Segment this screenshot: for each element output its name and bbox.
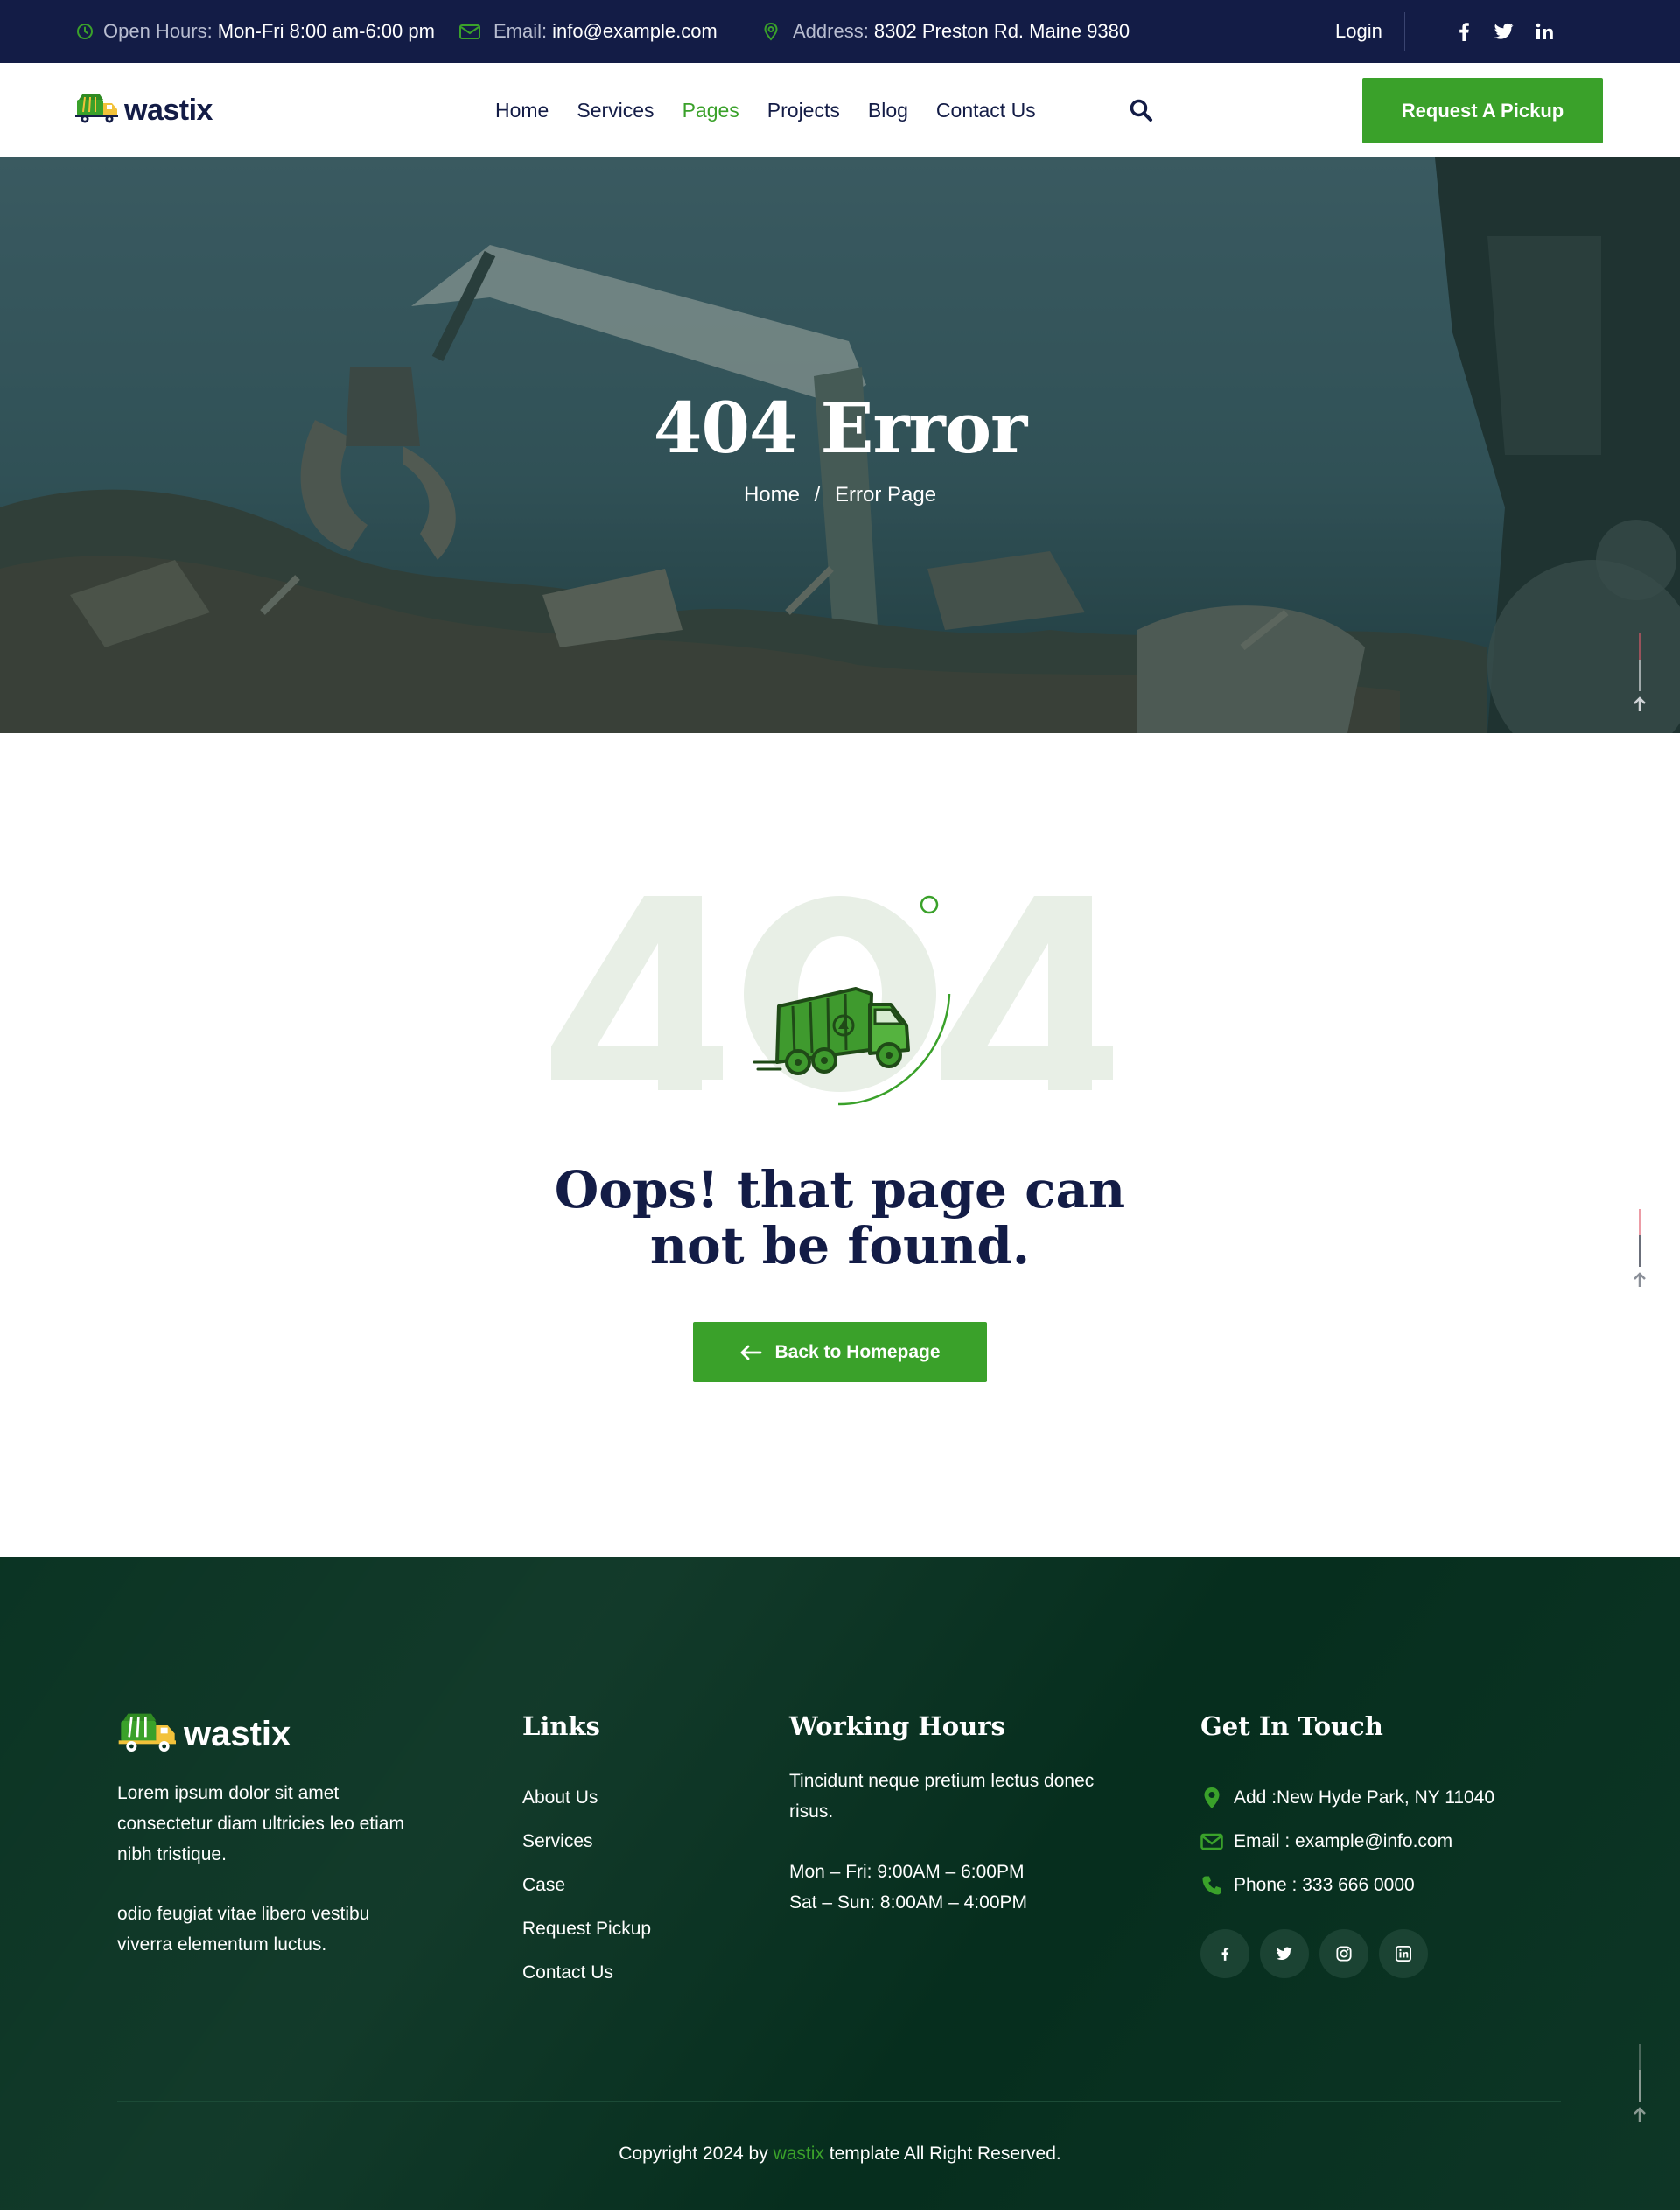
logo-text: wastix: [124, 94, 213, 127]
scroll-indicator-hero: [1633, 633, 1647, 717]
map-pin-icon: [1200, 1787, 1223, 1809]
linkedin-icon[interactable]: [1379, 1929, 1428, 1978]
footer-about-text-2: odio feugiat vitae libero vestibu viverr…: [117, 1904, 370, 1955]
address-value: 8302 Preston Rd. Maine 9380: [873, 20, 1130, 42]
email-link[interactable]: info@example.com: [552, 20, 718, 43]
open-hours-label: Open Hours:: [103, 20, 213, 42]
footer-link-case[interactable]: Case: [522, 1864, 651, 1907]
nav-item-services[interactable]: Services: [577, 99, 654, 122]
footer-links-heading: Links: [522, 1711, 600, 1741]
linkedin-icon[interactable]: [1531, 0, 1558, 63]
mail-icon: [1200, 1830, 1223, 1853]
copyright-suffix: template All Right Reserved.: [829, 2144, 1061, 2164]
search-icon[interactable]: [1129, 98, 1153, 122]
footer-logo[interactable]: wastix: [117, 1711, 290, 1758]
footer-contact-list: Add :New Hyde Park, NY 11040 Email : exa…: [1200, 1776, 1494, 1907]
nav-item-blog[interactable]: Blog: [868, 99, 908, 122]
scroll-up-arrow-icon[interactable]: [1633, 1272, 1647, 1288]
topbar-divider: [1404, 12, 1405, 51]
arrow-left-icon: [741, 1345, 762, 1360]
email-info: Email: info@example.com: [458, 0, 718, 63]
footer-social-icons: [1200, 1929, 1438, 1978]
footer-logo-text: wastix: [184, 1715, 291, 1753]
email-label: Email:: [494, 20, 548, 42]
breadcrumb-current: Error Page: [834, 483, 937, 507]
breadcrumb-separator: /: [814, 483, 821, 507]
footer-email-text: Email : example@info.com: [1234, 1831, 1453, 1851]
footer-phone-text: Phone : 333 666 0000: [1234, 1875, 1415, 1895]
footer-hours: Tincidunt neque pretium lectus donec ris…: [789, 1766, 1104, 1918]
top-info-bar: Open Hours: Mon-Fri 8:00 am-6:00 pm Emai…: [0, 0, 1680, 63]
garbage-truck-logo-icon: [75, 93, 119, 129]
garbage-truck-logo-icon: [117, 1711, 178, 1758]
footer-about: Lorem ipsum dolor sit amet consectetur d…: [117, 1778, 406, 1960]
scroll-up-arrow-icon[interactable]: [1633, 2107, 1647, 2123]
footer-contact-heading: Get In Touch: [1200, 1711, 1383, 1741]
footer-about-text-1: Lorem ipsum dolor sit amet consectetur d…: [117, 1783, 404, 1864]
facebook-icon[interactable]: [1451, 0, 1477, 63]
nav-menu: Home Services Pages Projects Blog Contac…: [495, 63, 1036, 157]
facebook-icon[interactable]: [1200, 1929, 1250, 1978]
page-title: 404 Error: [653, 387, 1028, 469]
phone-icon: [1200, 1874, 1223, 1897]
page-hero-banner: 404 Error Home / Error Page: [0, 157, 1680, 733]
scroll-indicator-footer: [1633, 2044, 1647, 2128]
error-404-graphic: 404: [542, 882, 1138, 1118]
breadcrumb-home[interactable]: Home: [744, 483, 800, 507]
footer-contact-address: Add :New Hyde Park, NY 11040: [1200, 1776, 1494, 1820]
nav-item-pages[interactable]: Pages: [682, 99, 739, 122]
back-to-homepage-button[interactable]: Back to Homepage: [693, 1322, 987, 1382]
site-footer: wastix Lorem ipsum dolor sit amet consec…: [0, 1557, 1680, 2210]
twitter-icon[interactable]: [1491, 0, 1517, 63]
nav-item-contact[interactable]: Contact Us: [936, 99, 1036, 122]
address-info: Address: 8302 Preston Rd. Maine 9380: [761, 0, 1130, 63]
copyright-brand-link[interactable]: wastix: [774, 2144, 824, 2164]
scroll-up-arrow-icon[interactable]: [1633, 696, 1647, 712]
copyright-prefix: Copyright 2024 by: [619, 2144, 768, 2164]
open-hours: Open Hours: Mon-Fri 8:00 am-6:00 pm: [75, 0, 435, 63]
request-pickup-button[interactable]: Request A Pickup: [1362, 78, 1603, 143]
footer-hours-weekday: Mon – Fri: 9:00AM – 6:00PM: [789, 1862, 1025, 1882]
error-message-heading: Oops! that page can not be found.: [0, 1162, 1680, 1274]
footer-link-services[interactable]: Services: [522, 1820, 651, 1864]
clock-icon: [75, 22, 94, 41]
breadcrumb: Home / Error Page: [0, 483, 1680, 507]
footer-divider: [117, 2101, 1561, 2102]
nav-item-projects[interactable]: Projects: [767, 99, 840, 122]
nav-item-home[interactable]: Home: [495, 99, 549, 122]
footer-hours-text: Tincidunt neque pretium lectus donec ris…: [789, 1771, 1095, 1822]
mail-icon: [458, 22, 481, 41]
footer-hours-heading: Working Hours: [789, 1711, 1005, 1741]
site-logo[interactable]: wastix: [75, 93, 213, 129]
footer-hours-weekend: Sat – Sun: 8:00AM – 4:00PM: [789, 1892, 1027, 1913]
footer-links-list: About Us Services Case Request Pickup Co…: [522, 1776, 651, 1995]
footer-link-about[interactable]: About Us: [522, 1776, 651, 1820]
footer-contact-email[interactable]: Email : example@info.com: [1200, 1820, 1494, 1864]
footer-link-request-pickup[interactable]: Request Pickup: [522, 1907, 651, 1951]
back-to-homepage-label: Back to Homepage: [774, 1341, 941, 1362]
error-message-line: Oops! that page can not be found.: [554, 1160, 1126, 1276]
copyright: Copyright 2024 by wastix template All Ri…: [0, 2144, 1680, 2165]
map-pin-icon: [761, 22, 780, 41]
instagram-icon[interactable]: [1320, 1929, 1368, 1978]
login-link[interactable]: Login: [1335, 0, 1382, 63]
footer-address-text: Add :New Hyde Park, NY 11040: [1234, 1787, 1495, 1808]
address-label: Address:: [793, 20, 869, 42]
footer-link-contact[interactable]: Contact Us: [522, 1951, 651, 1995]
open-hours-value: Mon-Fri 8:00 am-6:00 pm: [217, 20, 435, 42]
footer-contact-phone[interactable]: Phone : 333 666 0000: [1200, 1864, 1494, 1907]
twitter-icon[interactable]: [1260, 1929, 1309, 1978]
